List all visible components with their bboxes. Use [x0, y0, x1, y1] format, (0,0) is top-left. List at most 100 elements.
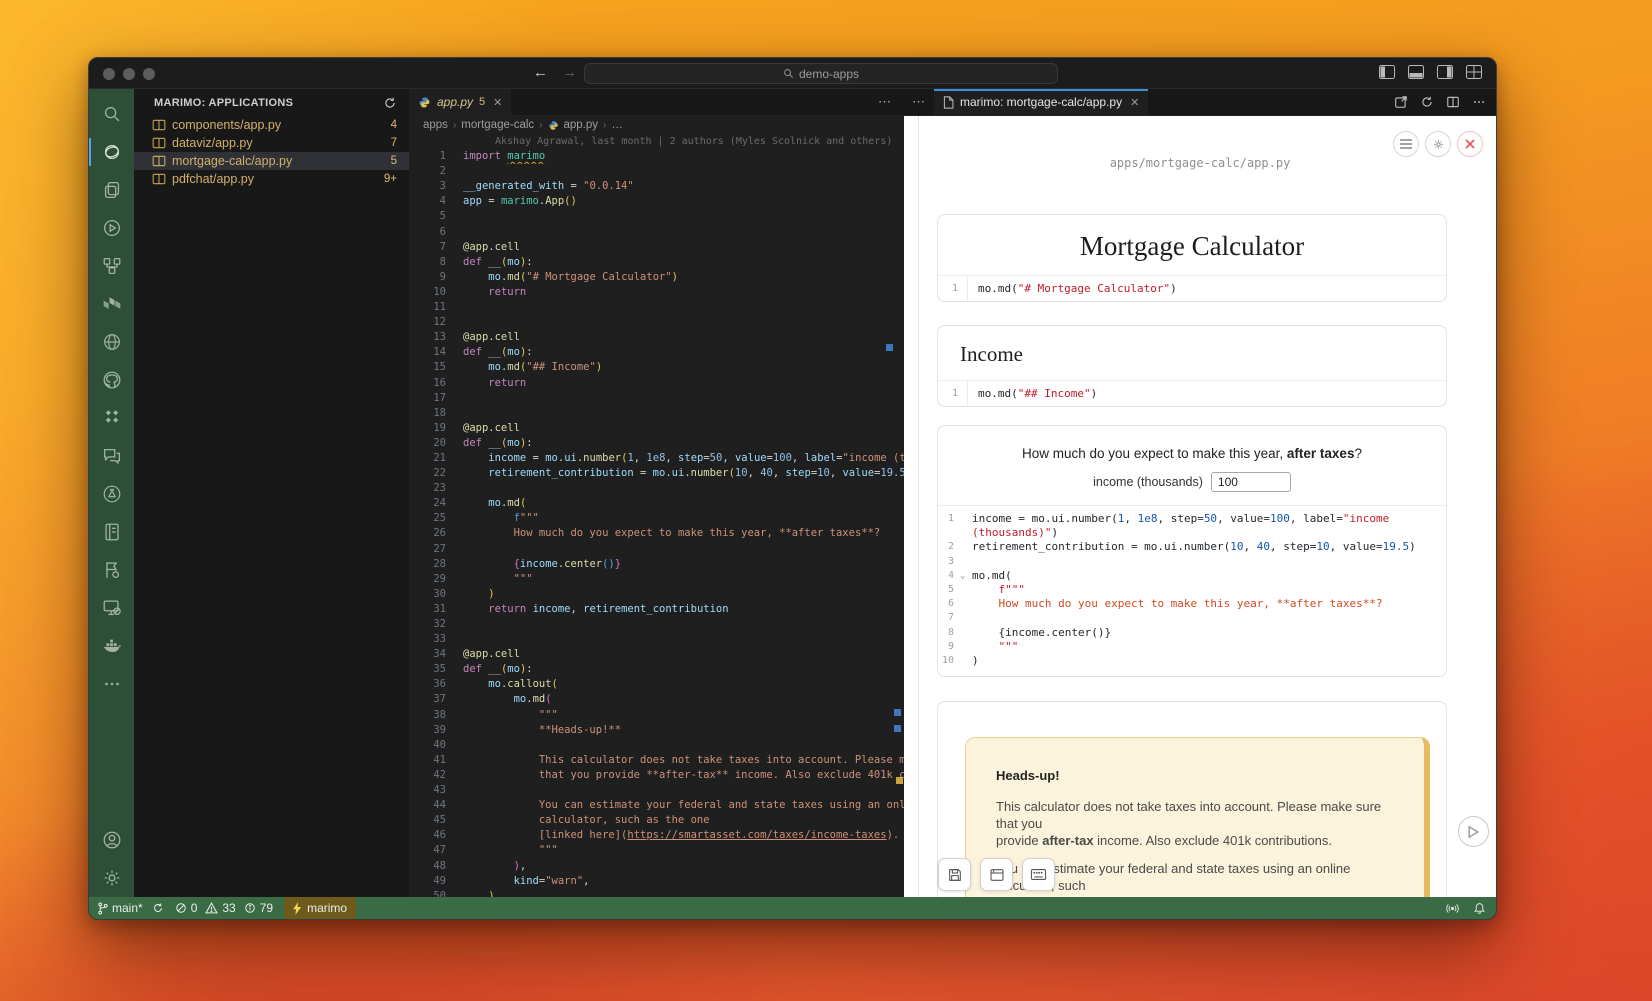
comments-icon[interactable]: [89, 437, 134, 475]
python-icon: [418, 96, 431, 109]
git-branch-item[interactable]: main*: [97, 901, 164, 915]
layout-panel-bottom-icon[interactable]: [1408, 65, 1424, 79]
refresh-icon[interactable]: [383, 96, 397, 110]
shutdown-button[interactable]: [1457, 131, 1483, 157]
tab-problems-badge: 5: [479, 96, 485, 108]
close-icon[interactable]: ✕: [1130, 96, 1139, 109]
breadcrumb-more[interactable]: …: [611, 119, 623, 131]
marimo-icon[interactable]: [89, 133, 134, 171]
keyboard-shortcuts-button[interactable]: [1022, 858, 1055, 891]
code-line: 36 mo.callout(: [409, 677, 904, 692]
zoom-window-button[interactable]: [143, 68, 155, 80]
more-actions-icon[interactable]: [1472, 95, 1486, 109]
info-icon: [244, 902, 256, 914]
search-icon[interactable]: [89, 95, 134, 133]
file-name: components/app.py: [172, 118, 281, 132]
tab-app-py[interactable]: app.py 5 ✕: [409, 89, 511, 115]
more-actions-icon[interactable]: ⋯: [904, 94, 934, 110]
sidebar-item-pdfchat[interactable]: pdfchat/app.py 9+: [134, 170, 409, 188]
fold-gutter: [960, 640, 972, 654]
sidebar-item-mortgage-calc[interactable]: mortgage-calc/app.py 5: [134, 152, 409, 170]
code-line: 11: [409, 300, 904, 315]
sidebar-item-components[interactable]: components/app.py 4: [134, 116, 409, 134]
cell-form[interactable]: How much do you expect to make this year…: [937, 425, 1447, 677]
settings-gear-icon[interactable]: [89, 859, 134, 897]
breadcrumb-mortgage-calc[interactable]: mortgage-calc: [461, 119, 534, 131]
settings-button[interactable]: [1425, 131, 1451, 157]
marimo-status-item[interactable]: marimo: [284, 897, 356, 919]
code-line: 28 {income.center()}: [409, 557, 904, 572]
sidebar-item-dataviz[interactable]: dataviz/app.py 7: [134, 134, 409, 152]
search-icon: [783, 68, 794, 79]
code-line: 34@app.cell: [409, 647, 904, 662]
save-button[interactable]: [938, 858, 971, 891]
sync-icon[interactable]: [152, 902, 164, 914]
git-branch-icon: [97, 902, 108, 915]
cell-title[interactable]: Mortgage Calculator 1 mo.md("# Mortgage …: [937, 214, 1447, 302]
more-ellipsis-icon[interactable]: [89, 665, 134, 703]
bell-icon[interactable]: [1473, 902, 1486, 915]
command-center-search[interactable]: demo-apps: [584, 63, 1058, 84]
terraform-icon[interactable]: [89, 285, 134, 323]
account-icon[interactable]: [89, 821, 134, 859]
reload-icon[interactable]: [1420, 95, 1434, 109]
copy-files-icon[interactable]: [89, 171, 134, 209]
screen-device-icon[interactable]: [89, 589, 134, 627]
callout-paragraph: You can estimate your federal and state …: [996, 860, 1394, 894]
notebook-file-icon: [152, 173, 166, 185]
code-line: 3__generated_with = "0.0.14": [409, 179, 904, 194]
cell-code-editor[interactable]: 1 mo.md("## Income"): [938, 380, 1446, 406]
split-editor-icon[interactable]: [1446, 95, 1460, 109]
open-browser-button[interactable]: [980, 858, 1013, 891]
test-circle-icon[interactable]: [89, 475, 134, 513]
menu-hamburger-button[interactable]: [1393, 131, 1419, 157]
globe-icon[interactable]: [89, 323, 134, 361]
close-icon: [1465, 139, 1475, 149]
code-line: 41 This calculator does not take taxes i…: [409, 753, 904, 768]
docker-icon[interactable]: [89, 627, 134, 665]
python-icon: [548, 120, 559, 131]
extensions-diamonds-icon[interactable]: [89, 399, 134, 437]
editor-decoration-yellow: [896, 777, 903, 784]
minimize-window-button[interactable]: [123, 68, 135, 80]
code-line: 2retirement_contribution = mo.ui.number(…: [938, 540, 1446, 554]
github-icon[interactable]: [89, 361, 134, 399]
problems-item[interactable]: 0 33 79: [175, 901, 273, 915]
income-input-label: income (thousands): [1093, 475, 1203, 489]
tab-marimo-preview[interactable]: marimo: mortgage-calc/app.py ✕: [934, 89, 1148, 115]
layout-grid-icon[interactable]: [1466, 65, 1482, 79]
git-blame-lens[interactable]: Akshay Agrawal, last month | 2 authors (…: [409, 134, 904, 149]
broadcast-icon[interactable]: [1446, 902, 1459, 915]
run-circle-icon[interactable]: [89, 209, 134, 247]
code-lines: 1income = mo.ui.number(1, 1e8, step=50, …: [938, 512, 1446, 668]
symbols-icon[interactable]: [89, 247, 134, 285]
income-input[interactable]: [1211, 472, 1291, 492]
code-line: 37 mo.md(: [409, 692, 904, 707]
cell-callout[interactable]: Heads-up! This calculator does not take …: [937, 701, 1447, 897]
more-actions-icon[interactable]: ⋯: [878, 94, 904, 110]
cell-code-editor[interactable]: 1income = mo.ui.number(1, 1e8, step=50, …: [938, 505, 1446, 676]
breadcrumb-app-py[interactable]: app.py: [564, 119, 599, 131]
open-external-icon[interactable]: [1394, 95, 1408, 109]
back-arrow-icon[interactable]: ←: [533, 64, 548, 81]
layout-sidebar-left-icon[interactable]: [1379, 65, 1395, 79]
breadcrumb-apps[interactable]: apps: [423, 119, 448, 131]
cell-code-editor[interactable]: 1 mo.md("# Mortgage Calculator"): [938, 275, 1446, 301]
close-icon[interactable]: ✕: [493, 96, 502, 109]
code-line: 31 return income, retirement_contributio…: [409, 602, 904, 617]
close-window-button[interactable]: [103, 68, 115, 80]
cell-income[interactable]: Income 1 mo.md("## Income"): [937, 325, 1447, 407]
fold-chevron-icon[interactable]: ⌄: [960, 569, 972, 583]
breadcrumb[interactable]: apps› mortgage-calc› app.py› …: [409, 116, 904, 134]
layout-sidebar-right-icon[interactable]: [1437, 65, 1453, 79]
problems-badge: 9+: [384, 173, 397, 185]
code-line: 9 """: [938, 640, 1446, 654]
run-cell-button[interactable]: [1458, 816, 1489, 847]
forward-arrow-icon[interactable]: →: [562, 64, 577, 81]
code-line: 17: [409, 391, 904, 406]
code-editor[interactable]: Akshay Agrawal, last month | 2 authors (…: [409, 134, 904, 897]
code-line: 3: [938, 555, 1446, 569]
notebook-icon[interactable]: [89, 513, 134, 551]
code-line: 18: [409, 406, 904, 421]
bug-flag-icon[interactable]: [89, 551, 134, 589]
